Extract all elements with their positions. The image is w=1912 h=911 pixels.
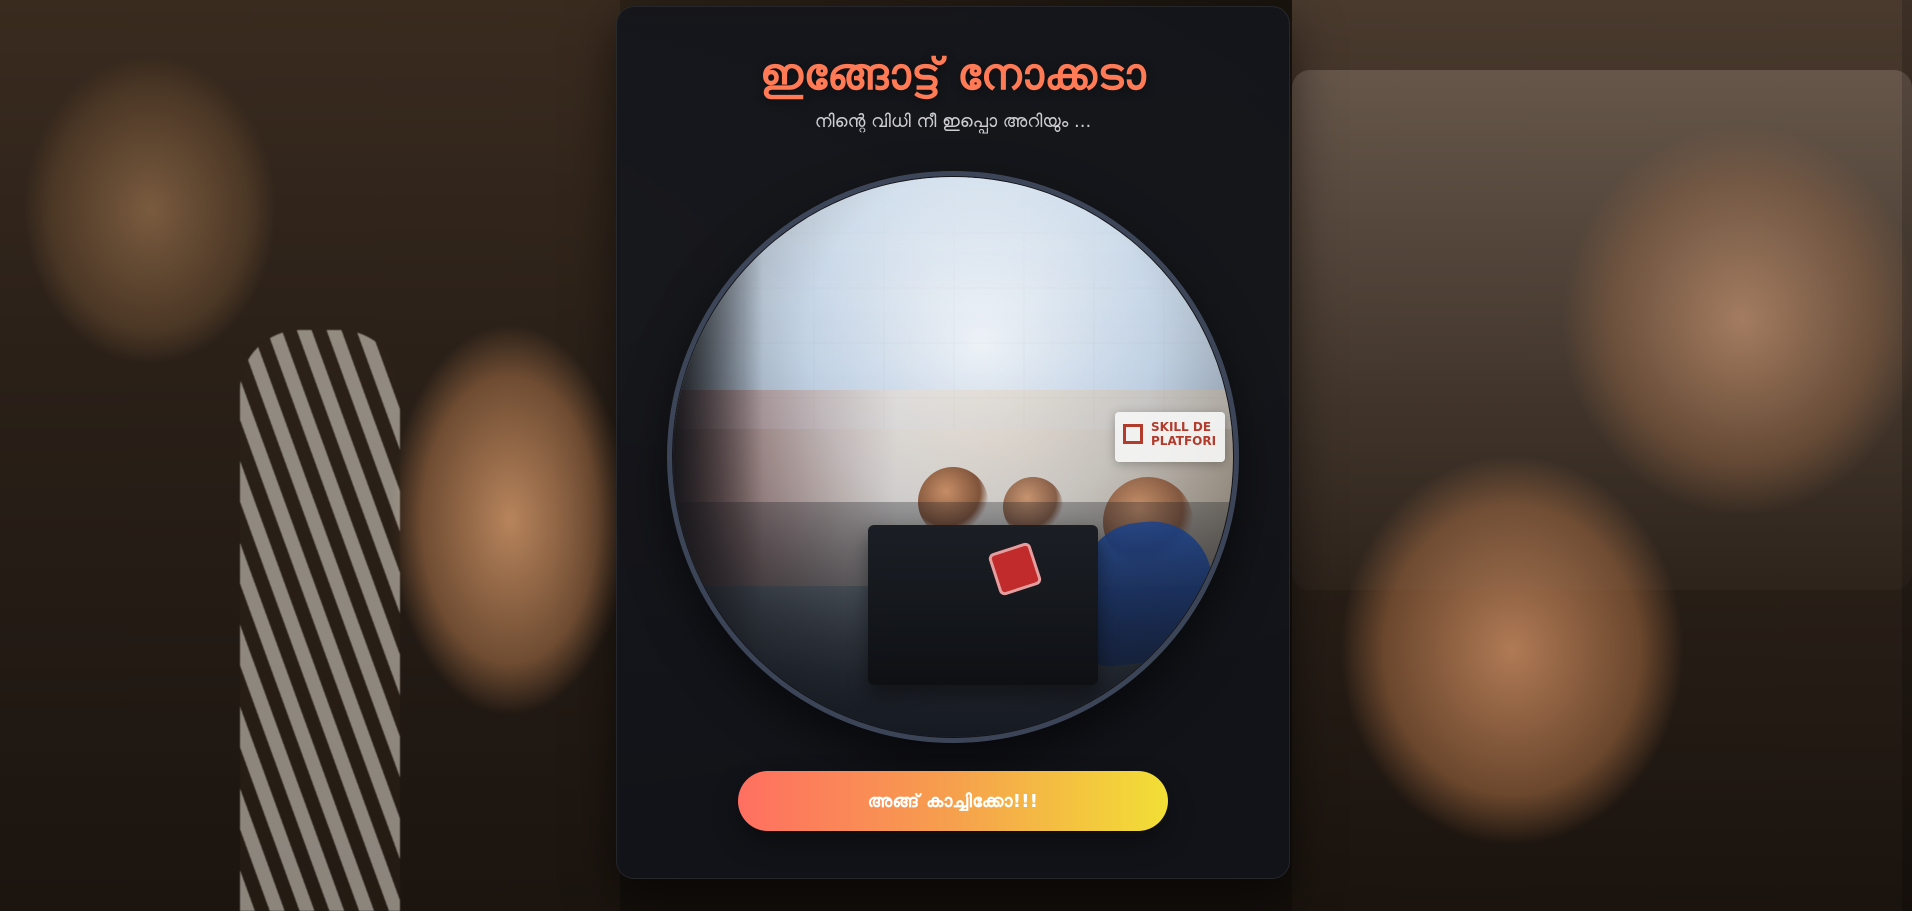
page-subtitle: നിന്റെ വിധി നീ ഇപ്പൊ അറിയും ...	[814, 111, 1092, 132]
camera-preview: SKILL DE PLATFORI	[667, 171, 1239, 743]
camera-laptop	[868, 525, 1098, 685]
page: ഇങ്ങോട്ട് നോക്കടാ നിന്റെ വിധി നീ ഇപ്പൊ അ…	[0, 0, 1912, 911]
page-scrollbar[interactable]	[1902, 0, 1912, 911]
camera-banner: SKILL DE PLATFORI	[1115, 412, 1225, 462]
camera-card: ഇങ്ങോട്ട് നോക്കടാ നിന്റെ വിധി നീ ഇപ്പൊ അ…	[616, 6, 1290, 879]
background-stripe-scarf	[240, 330, 400, 911]
background-wall	[1292, 70, 1912, 590]
camera-edge-shadow	[673, 177, 763, 737]
page-title: ഇങ്ങോട്ട് നോക്കടാ	[759, 49, 1147, 100]
banner-text: SKILL DE PLATFORI	[1151, 420, 1217, 448]
background-right-people	[1292, 0, 1912, 911]
background-left-people	[0, 0, 620, 911]
capture-button[interactable]: അങ്ങ് കാച്ചിക്കോ!!!	[738, 771, 1168, 831]
banner-logo-icon	[1123, 424, 1143, 444]
camera-feed: SKILL DE PLATFORI	[673, 177, 1233, 737]
laptop-sticker	[987, 541, 1043, 597]
